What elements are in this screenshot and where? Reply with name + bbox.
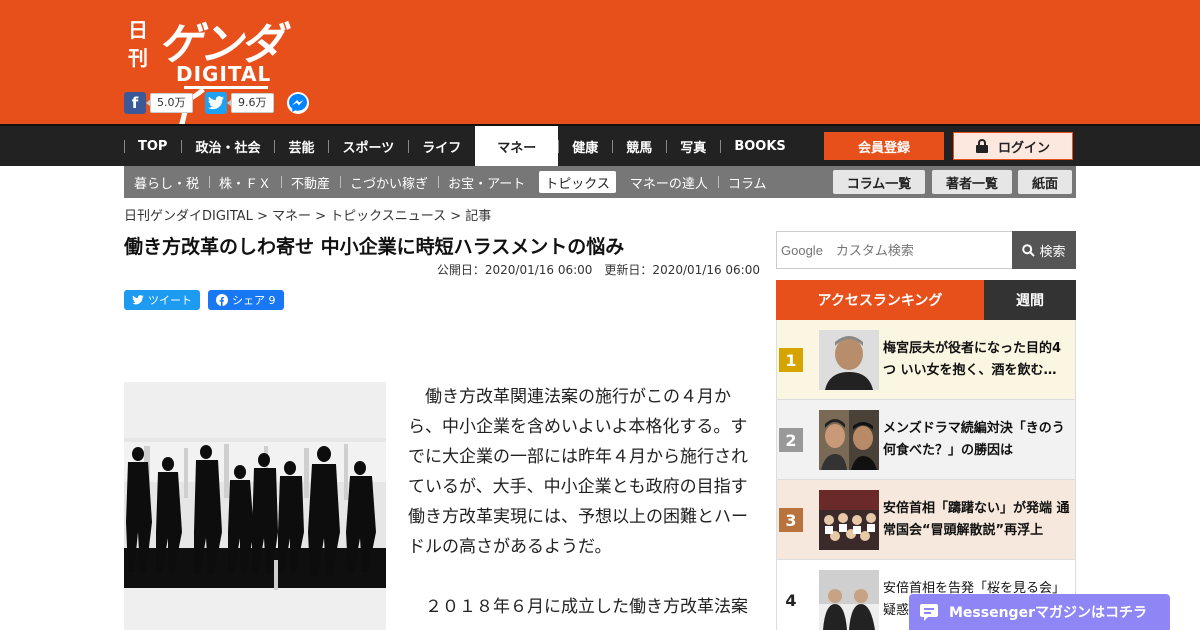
site-header: 日刊 ゲンダイ DIGITAL f 5.0万 9.6万 [0, 0, 1200, 134]
logo-sub: DIGITAL [176, 62, 272, 86]
nav-item-books[interactable]: BOOKS [720, 126, 799, 166]
login-button[interactable]: ログイン [953, 132, 1073, 160]
messenger-share[interactable] [286, 92, 310, 114]
ranking-thumbnail [819, 330, 879, 390]
article-title: 働き方改革のしわ寄せ 中小企業に時短ハラスメントの悩み [124, 236, 625, 258]
register-button[interactable]: 会員登録 [824, 132, 944, 160]
article-paragraph: ２０１８年６月に成立した働き方改革法案 [408, 597, 748, 617]
rank-number: 3 [779, 508, 803, 532]
nav-item-life[interactable]: ライフ [408, 126, 475, 166]
subnav-item-column[interactable]: コラム [717, 166, 777, 198]
ranking-item[interactable]: 2 メンズドラマ続編対決「きのう何食べた？」の勝因は [776, 400, 1076, 480]
facebook-share-label: シェア 9 [232, 294, 276, 307]
facebook-count: 5.0万 [146, 93, 193, 113]
twitter-icon [132, 295, 144, 305]
login-label: ログイン [997, 140, 1050, 156]
search-input[interactable] [777, 232, 1013, 268]
article-photo [124, 382, 386, 630]
rank-number: 1 [779, 348, 803, 372]
ranking-title: 安倍首相「躊躇ない」が発端 通常国会“冒頭解散説”再浮上 [883, 501, 1070, 538]
facebook-icon [216, 294, 228, 306]
site-logo[interactable]: 日刊 ゲンダイ DIGITAL [124, 8, 314, 134]
site-search: 検索 [776, 231, 1076, 269]
article-paragraph: 働き方改革関連法案の施行がこの４月から、中小企業を含めいよいよ本格化する。すでに… [408, 387, 748, 557]
sub-nav: 暮らし・税 株・ＦＸ 不動産 こづかい稼ぎ お宝・アート トピックス マネーの達… [124, 166, 1076, 198]
nav-item-photo[interactable]: 写真 [666, 126, 720, 166]
ranking-thumbnail [819, 570, 879, 630]
nav-item-sports[interactable]: スポーツ [328, 126, 408, 166]
subnav-item-stocks[interactable]: 株・ＦＸ [209, 166, 281, 198]
tweet-label: ツイート [148, 294, 192, 307]
nav-item-health[interactable]: 健康 [558, 126, 612, 166]
subnav-item-realestate[interactable]: 不動産 [281, 166, 340, 198]
ranking-thumbnail [819, 490, 879, 550]
chat-icon [920, 604, 938, 621]
twitter-follow[interactable]: 9.6万 [205, 92, 274, 114]
subnav-item-side-income[interactable]: こづかい稼ぎ [340, 166, 438, 198]
facebook-icon[interactable]: f [124, 92, 146, 114]
logo-kanji: 日刊 [128, 18, 148, 70]
twitter-count: 9.6万 [227, 93, 274, 113]
nav-item-money[interactable]: マネー [475, 126, 559, 166]
subnav-item-treasure[interactable]: お宝・アート [438, 166, 535, 198]
subnav-item-living[interactable]: 暮らし・税 [124, 166, 209, 198]
facebook-share-button[interactable]: シェア 9 [208, 290, 284, 310]
ranking-title: メンズドラマ続編対決「きのう何食べた？」の勝因は [883, 421, 1065, 458]
facebook-follow[interactable]: f 5.0万 [124, 92, 193, 114]
search-icon [1022, 243, 1036, 257]
article-body: 働き方改革関連法案の施行がこの４月から、中小企業を含めいよいよ本格化する。すでに… [408, 382, 760, 622]
author-list-button[interactable]: 著者一覧 [932, 170, 1012, 194]
search-button[interactable]: 検索 [1012, 231, 1076, 269]
lock-icon [975, 139, 988, 153]
messenger-label: Messengerマガジンはコチラ [949, 605, 1147, 621]
nav-item-politics[interactable]: 政治・社会 [181, 126, 274, 166]
ranking-thumbnail [819, 410, 879, 470]
messenger-icon[interactable] [286, 91, 310, 115]
nav-item-keiba[interactable]: 競馬 [612, 126, 666, 166]
ranking-item[interactable]: 3 安倍首相「躊躇ない」が発端 通常国会“冒頭解散説”再浮上 [776, 480, 1076, 560]
subnav-item-topics[interactable]: トピックス [539, 171, 616, 193]
paper-button[interactable]: 紙面 [1018, 170, 1072, 194]
ranking-item[interactable]: 1 梅宮辰夫が役者になった目的4つ いい女を抱く、酒を飲む… [776, 320, 1076, 400]
twitter-icon[interactable] [205, 92, 227, 114]
nav-item-top[interactable]: TOP [124, 126, 181, 166]
rank-number: 4 [779, 588, 803, 612]
search-button-label: 検索 [1039, 244, 1066, 260]
article-dates: 公開日：2020/01/16 06:00 更新日：2020/01/16 06:0… [436, 263, 760, 277]
ranking-title: 梅宮辰夫が役者になった目的4つ いい女を抱く、酒を飲む… [883, 341, 1062, 378]
rank-number: 2 [779, 428, 803, 452]
tab-access-ranking[interactable]: アクセスランキング [776, 280, 984, 320]
ranking-list: 1 梅宮辰夫が役者になった目的4つ いい女を抱く、酒を飲む… 2 メンズドラマ続… [776, 320, 1076, 630]
subnav-item-masters[interactable]: マネーの達人 [620, 166, 718, 198]
ranking-tabs: アクセスランキング 週間 [776, 280, 1076, 320]
breadcrumb[interactable]: 日刊ゲンダイDIGITAL > マネー > トピックスニュース > 記事 [124, 205, 491, 224]
main-nav: TOP 政治・社会 芸能 スポーツ ライフ マネー 健康 競馬 写真 BOOKS… [0, 124, 1200, 166]
messenger-magazine-button[interactable]: Messengerマガジンはコチラ [909, 594, 1170, 630]
nav-item-entertainment[interactable]: 芸能 [274, 126, 328, 166]
column-list-button[interactable]: コラム一覧 [833, 170, 925, 194]
tweet-button[interactable]: ツイート [124, 290, 200, 310]
tab-weekly[interactable]: 週間 [984, 280, 1076, 320]
logo-underline [184, 86, 268, 89]
